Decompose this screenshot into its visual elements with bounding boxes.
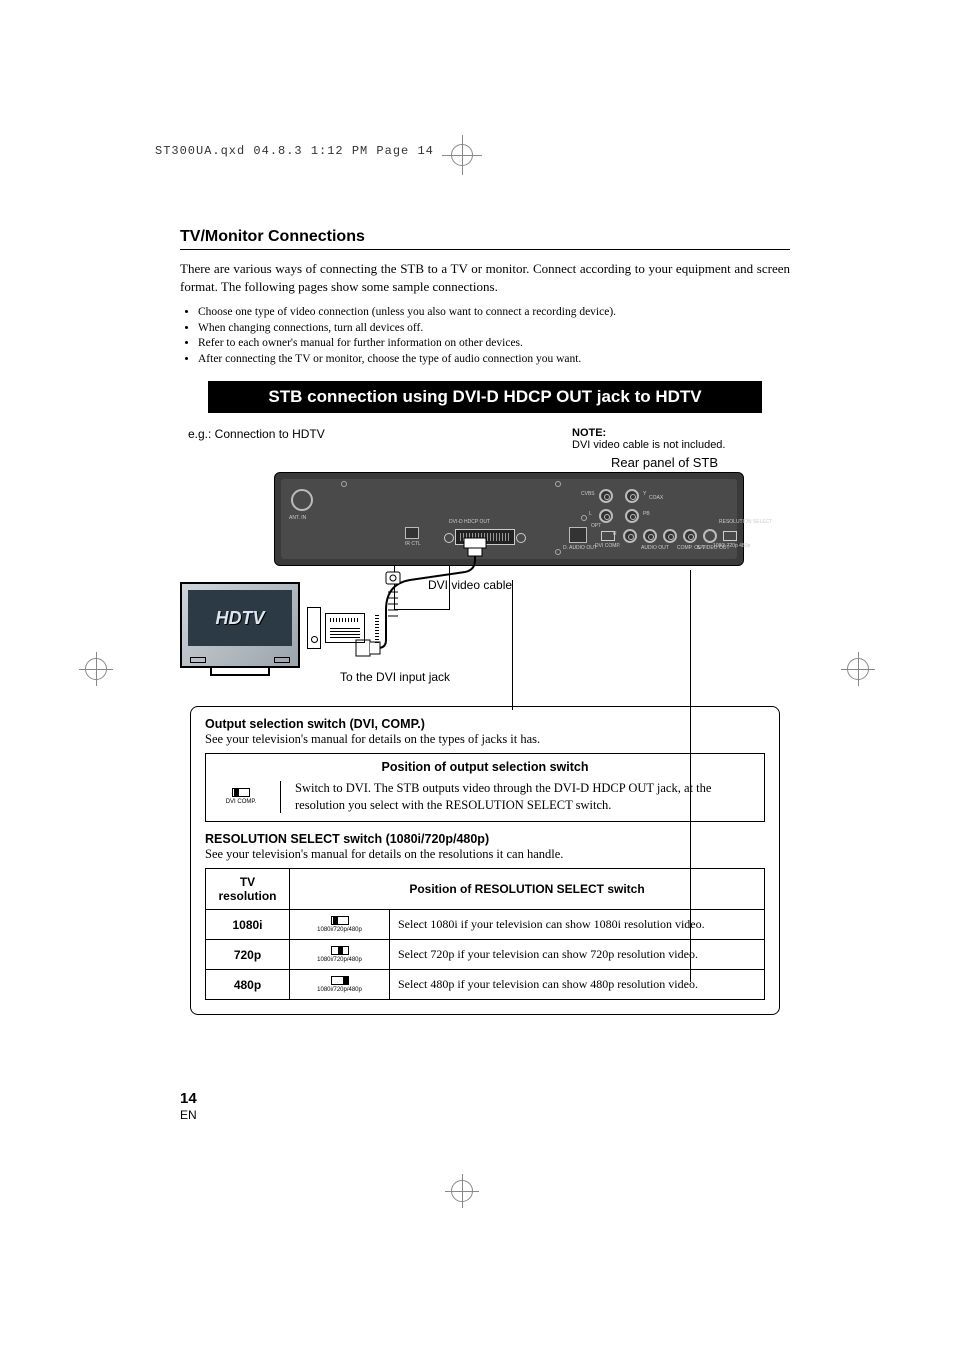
svideo-jack xyxy=(703,529,717,543)
ir-ctl-port xyxy=(405,527,419,539)
opt-label: OPT xyxy=(591,523,601,529)
resolution-select-switch xyxy=(723,531,737,541)
col-switch-position: Position of RESOLUTION SELECT switch xyxy=(290,869,765,910)
bullet-item: When changing connections, turn all devi… xyxy=(198,321,790,337)
pb-jack xyxy=(625,509,639,523)
bullet-item: Choose one type of video connection (unl… xyxy=(198,305,790,321)
coax-label: COAX xyxy=(649,495,663,501)
audio-out-label: AUDIO OUT xyxy=(641,545,669,551)
connection-diagram: ANT. IN IR CTL DVI-D HDCP OUT OPT D. AUD… xyxy=(180,472,790,702)
cvbs-label: CVBS xyxy=(581,491,595,497)
hdtv-illustration: HDTV xyxy=(180,582,300,668)
file-tag: ST300UA.qxd 04.8.3 1:12 PM Page 14 xyxy=(155,144,434,158)
audio2-jack xyxy=(663,529,677,543)
y-jack xyxy=(625,489,639,503)
intro-bullets: Choose one type of video connection (unl… xyxy=(180,305,790,367)
registration-mark xyxy=(96,652,97,686)
callout-line xyxy=(512,580,514,710)
position-heading: Position of output selection switch xyxy=(216,760,754,774)
res-1080i: 1080i xyxy=(206,910,290,940)
dvi-hdcp-out-port xyxy=(455,529,515,545)
page-number-block: 14 EN xyxy=(180,1090,197,1122)
note-block: NOTE: DVI video cable is not included. xyxy=(572,427,782,451)
audio-r-jack xyxy=(623,529,637,543)
rear-panel-label: Rear panel of STB xyxy=(180,455,718,470)
pr-jack xyxy=(683,529,697,543)
position-output-box: Position of output selection switch DVI … xyxy=(205,753,765,822)
dvi-comp-switch-icon: DVI COMP. xyxy=(216,788,266,805)
res-480p: 480p xyxy=(206,970,290,1000)
res-opts-label: 1080i 720p 480p xyxy=(713,543,750,549)
av-receiver-illustration xyxy=(307,607,373,657)
switch-labels: DVI COMP. xyxy=(226,799,257,805)
dvi-input-jack-label: To the DVI input jack xyxy=(340,670,450,684)
optical-out-port xyxy=(569,527,587,543)
registration-mark xyxy=(451,144,473,166)
d-audio-out-label: D. AUDIO OUT xyxy=(563,545,597,551)
table-header-row: TV resolution Position of RESOLUTION SEL… xyxy=(206,869,765,910)
switch-pos-1080i: 1080i/720p/480p xyxy=(290,910,390,940)
hdtv-text: HDTV xyxy=(216,608,265,629)
output-selection-text: See your television's manual for details… xyxy=(205,731,765,747)
table-row: 720p 1080i/720p/480p Select 720p if your… xyxy=(206,940,765,970)
registration-mark xyxy=(858,652,859,686)
stb-rear-panel: ANT. IN IR CTL DVI-D HDCP OUT OPT D. AUD… xyxy=(274,472,744,566)
table-row: 1080i 1080i/720p/480p Select 1080i if yo… xyxy=(206,910,765,940)
l-label: L xyxy=(589,511,592,517)
bullet-item: After connecting the TV or monitor, choo… xyxy=(198,352,790,368)
page-number: 14 xyxy=(180,1090,197,1107)
resolution-select-heading: RESOLUTION SELECT switch (1080i/720p/480… xyxy=(205,832,765,846)
dvi-out-label: DVI-D HDCP OUT xyxy=(449,519,490,525)
r-label: R xyxy=(613,531,617,537)
position-text: Switch to DVI. The STB outputs video thr… xyxy=(295,780,754,813)
dvi-cable-label: DVI video cable xyxy=(428,578,512,592)
col-tv-resolution: TV resolution xyxy=(206,869,290,910)
table-row: 480p 1080i/720p/480p Select 480p if your… xyxy=(206,970,765,1000)
ir-ctl-label: IR CTL xyxy=(405,541,421,547)
hdtv-stand xyxy=(210,668,270,676)
intro-paragraph: There are various ways of connecting the… xyxy=(180,260,790,295)
res-sel-label: RESOLUTION SELECT xyxy=(719,519,772,525)
desc-480p: Select 480p if your television can show … xyxy=(390,970,765,1000)
cvbs-jack xyxy=(599,489,613,503)
switch-settings-box: Output selection switch (DVI, COMP.) See… xyxy=(190,706,780,1015)
section-title: TV/Monitor Connections xyxy=(180,228,790,250)
audio1-jack xyxy=(643,529,657,543)
switch-pos-480p: 1080i/720p/480p xyxy=(290,970,390,1000)
note-text: DVI video cable is not included. xyxy=(572,439,725,451)
resolution-table: TV resolution Position of RESOLUTION SEL… xyxy=(205,868,765,1000)
page-lang: EN xyxy=(180,1108,197,1122)
ant-in-label: ANT. IN xyxy=(289,515,306,521)
bullet-item: Refer to each owner's manual for further… xyxy=(198,336,790,352)
res-720p: 720p xyxy=(206,940,290,970)
ant-in-jack xyxy=(291,489,313,511)
desc-720p: Select 720p if your television can show … xyxy=(390,940,765,970)
example-label: e.g.: Connection to HDTV xyxy=(188,427,325,451)
note-heading: NOTE: xyxy=(572,427,606,439)
dvi-comp-sw-label: DVI COMP. xyxy=(595,543,620,549)
audio-l-jack xyxy=(599,509,613,523)
desc-1080i: Select 1080i if your television can show… xyxy=(390,910,765,940)
output-selection-heading: Output selection switch (DVI, COMP.) xyxy=(205,717,765,731)
registration-mark xyxy=(462,1174,463,1208)
connection-banner: STB connection using DVI-D HDCP OUT jack… xyxy=(208,381,762,413)
switch-pos-720p: 1080i/720p/480p xyxy=(290,940,390,970)
y-label: Y xyxy=(643,491,646,497)
resolution-select-text: See your television's manual for details… xyxy=(205,846,765,862)
pb-label: PB xyxy=(643,511,650,517)
